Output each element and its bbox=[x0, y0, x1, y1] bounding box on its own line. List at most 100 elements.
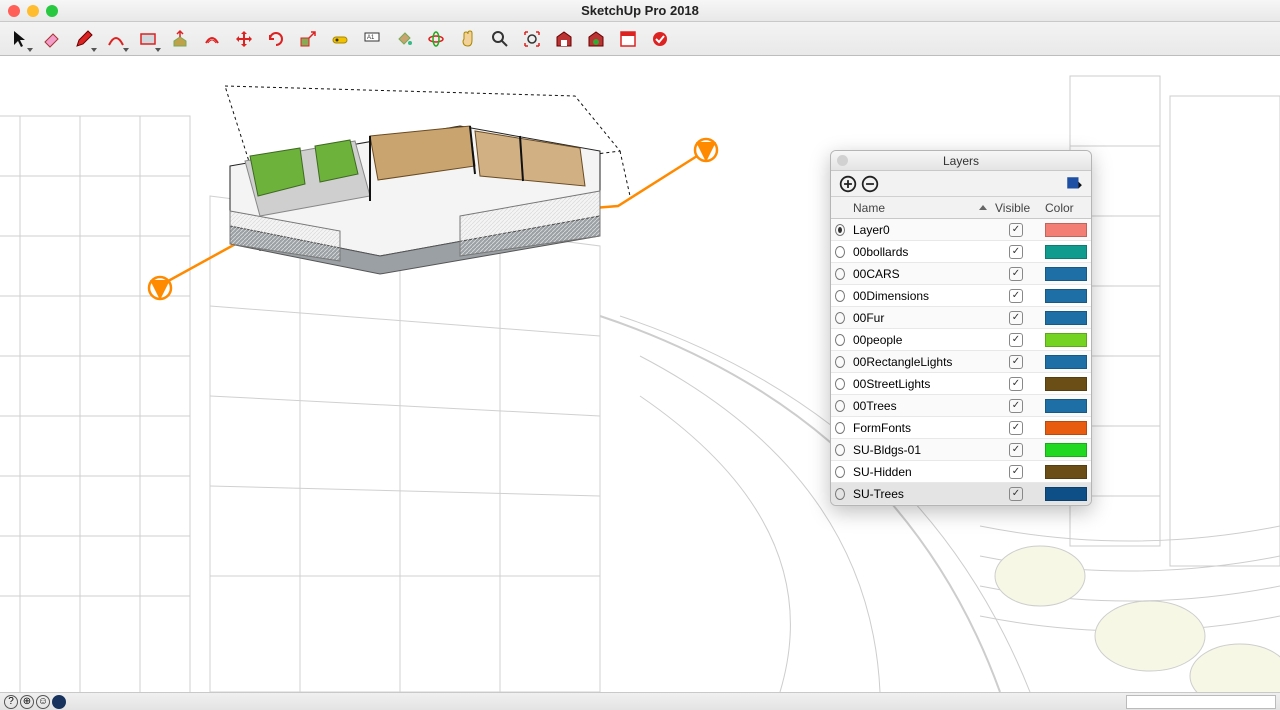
layer-row[interactable]: SU-Trees bbox=[831, 483, 1091, 505]
arc-tool[interactable] bbox=[102, 25, 130, 53]
layer-visible-checkbox[interactable] bbox=[1009, 245, 1023, 259]
layer-visible-checkbox[interactable] bbox=[1009, 399, 1023, 413]
layer-name[interactable]: 00StreetLights bbox=[849, 377, 991, 391]
layer-visible-checkbox[interactable] bbox=[1009, 311, 1023, 325]
layer-row[interactable]: 00people bbox=[831, 329, 1091, 351]
credits-icon[interactable]: ● bbox=[52, 695, 66, 709]
active-layer-radio[interactable] bbox=[835, 400, 845, 412]
layer-row[interactable]: 00Dimensions bbox=[831, 285, 1091, 307]
layer-color-swatch[interactable] bbox=[1045, 465, 1087, 479]
active-layer-radio[interactable] bbox=[835, 290, 845, 302]
layer-color-swatch[interactable] bbox=[1045, 377, 1087, 391]
layers-col-name[interactable]: Name bbox=[849, 201, 991, 215]
active-layer-radio[interactable] bbox=[835, 488, 845, 500]
layer-name[interactable]: SU-Hidden bbox=[849, 465, 991, 479]
profile-icon[interactable]: ☺ bbox=[36, 695, 50, 709]
zoom-extents-tool[interactable] bbox=[518, 25, 546, 53]
layer-name[interactable]: 00bollards bbox=[849, 245, 991, 259]
eraser-tool[interactable] bbox=[38, 25, 66, 53]
model-viewport[interactable]: Layers Name Visible Color Layer0 00bollar… bbox=[0, 56, 1280, 692]
active-layer-radio[interactable] bbox=[835, 466, 845, 478]
layers-panel-close-button[interactable] bbox=[837, 155, 848, 166]
layer-row[interactable]: Layer0 bbox=[831, 219, 1091, 241]
layer-visible-checkbox[interactable] bbox=[1009, 487, 1023, 501]
measurements-input[interactable] bbox=[1126, 695, 1276, 709]
layers-col-visible[interactable]: Visible bbox=[991, 201, 1041, 215]
layer-row[interactable]: 00bollards bbox=[831, 241, 1091, 263]
layer-color-swatch[interactable] bbox=[1045, 421, 1087, 435]
layer-name[interactable]: SU-Trees bbox=[849, 487, 991, 501]
layers-panel[interactable]: Layers Name Visible Color Layer0 00bollar… bbox=[830, 150, 1092, 506]
layer-name[interactable]: 00Dimensions bbox=[849, 289, 991, 303]
active-floor-model[interactable] bbox=[230, 126, 600, 274]
layer-visible-checkbox[interactable] bbox=[1009, 355, 1023, 369]
orbit-tool[interactable] bbox=[422, 25, 450, 53]
layer-color-swatch[interactable] bbox=[1045, 355, 1087, 369]
offset-tool[interactable] bbox=[198, 25, 226, 53]
layer-name[interactable]: 00Fur bbox=[849, 311, 991, 325]
layer-color-swatch[interactable] bbox=[1045, 267, 1087, 281]
geolocation-icon[interactable]: ⊕ bbox=[20, 695, 34, 709]
scale-tool[interactable] bbox=[294, 25, 322, 53]
layer-name[interactable]: 00people bbox=[849, 333, 991, 347]
layer-row[interactable]: FormFonts bbox=[831, 417, 1091, 439]
pushpull-tool[interactable] bbox=[166, 25, 194, 53]
layer-color-swatch[interactable] bbox=[1045, 223, 1087, 237]
layer-color-swatch[interactable] bbox=[1045, 399, 1087, 413]
layers-col-color[interactable]: Color bbox=[1041, 201, 1091, 215]
layer-color-swatch[interactable] bbox=[1045, 487, 1087, 501]
active-layer-radio[interactable] bbox=[835, 356, 845, 368]
active-layer-radio[interactable] bbox=[835, 378, 845, 390]
remove-layer-button[interactable] bbox=[861, 175, 879, 193]
layer-color-swatch[interactable] bbox=[1045, 443, 1087, 457]
layer-name[interactable]: 00CARS bbox=[849, 267, 991, 281]
active-layer-radio[interactable] bbox=[835, 422, 845, 434]
text-tool[interactable]: A1 bbox=[358, 25, 386, 53]
active-layer-radio[interactable] bbox=[835, 268, 845, 280]
active-layer-radio[interactable] bbox=[835, 246, 845, 258]
tape-measure-tool[interactable] bbox=[326, 25, 354, 53]
move-tool[interactable] bbox=[230, 25, 258, 53]
layer-name[interactable]: 00RectangleLights bbox=[849, 355, 991, 369]
layer-visible-checkbox[interactable] bbox=[1009, 443, 1023, 457]
3d-warehouse-tool[interactable] bbox=[550, 25, 578, 53]
help-icon[interactable]: ? bbox=[4, 695, 18, 709]
layer-name[interactable]: FormFonts bbox=[849, 421, 991, 435]
layer-visible-checkbox[interactable] bbox=[1009, 333, 1023, 347]
layers-panel-titlebar[interactable]: Layers bbox=[831, 151, 1091, 171]
layer-row[interactable]: 00StreetLights bbox=[831, 373, 1091, 395]
layer-name[interactable]: 00Trees bbox=[849, 399, 991, 413]
layer-row[interactable]: 00CARS bbox=[831, 263, 1091, 285]
extension-warehouse-tool[interactable] bbox=[582, 25, 610, 53]
layer-row[interactable]: SU-Bldgs-01 bbox=[831, 439, 1091, 461]
layer-row[interactable]: SU-Hidden bbox=[831, 461, 1091, 483]
layer-name[interactable]: Layer0 bbox=[849, 223, 991, 237]
active-layer-radio[interactable] bbox=[835, 312, 845, 324]
extension-manager-tool[interactable] bbox=[646, 25, 674, 53]
layer-visible-checkbox[interactable] bbox=[1009, 267, 1023, 281]
select-tool[interactable] bbox=[6, 25, 34, 53]
layer-color-swatch[interactable] bbox=[1045, 333, 1087, 347]
active-layer-radio[interactable] bbox=[835, 444, 845, 456]
layer-row[interactable]: 00RectangleLights bbox=[831, 351, 1091, 373]
active-layer-radio[interactable] bbox=[835, 334, 845, 346]
pencil-tool[interactable] bbox=[70, 25, 98, 53]
layer-color-swatch[interactable] bbox=[1045, 245, 1087, 259]
layer-visible-checkbox[interactable] bbox=[1009, 377, 1023, 391]
layer-color-swatch[interactable] bbox=[1045, 311, 1087, 325]
active-layer-radio[interactable] bbox=[835, 224, 845, 236]
add-layer-button[interactable] bbox=[839, 175, 857, 193]
layer-visible-checkbox[interactable] bbox=[1009, 289, 1023, 303]
layers-panel-menu-button[interactable] bbox=[1065, 175, 1083, 193]
layer-row[interactable]: 00Trees bbox=[831, 395, 1091, 417]
layer-visible-checkbox[interactable] bbox=[1009, 223, 1023, 237]
layer-color-swatch[interactable] bbox=[1045, 289, 1087, 303]
rotate-tool[interactable] bbox=[262, 25, 290, 53]
layer-row[interactable]: 00Fur bbox=[831, 307, 1091, 329]
layer-visible-checkbox[interactable] bbox=[1009, 421, 1023, 435]
paint-bucket-tool[interactable] bbox=[390, 25, 418, 53]
rectangle-tool[interactable] bbox=[134, 25, 162, 53]
zoom-tool[interactable] bbox=[486, 25, 514, 53]
layout-tool[interactable] bbox=[614, 25, 642, 53]
layer-name[interactable]: SU-Bldgs-01 bbox=[849, 443, 991, 457]
